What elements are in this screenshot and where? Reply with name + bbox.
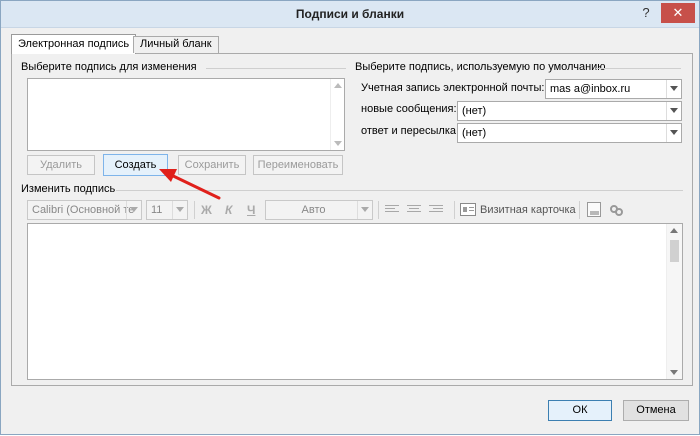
business-card-icon [460, 203, 476, 216]
toolbar-separator [454, 201, 455, 219]
italic-button[interactable]: К [225, 203, 232, 218]
new-messages-select[interactable]: (нет) [457, 101, 682, 121]
chevron-down-icon [172, 201, 187, 219]
select-signature-label: Выберите подпись для изменения [21, 61, 197, 73]
business-card-button[interactable]: Визитная карточка [480, 204, 576, 216]
tab-personal-stationery[interactable]: Личный бланк [133, 36, 219, 53]
delete-button[interactable]: Удалить [27, 155, 95, 175]
underline-button[interactable]: Ч [247, 203, 255, 218]
replies-select[interactable]: (нет) [457, 123, 682, 143]
font-value: Calibri (Основной те [32, 204, 135, 216]
group-divider [116, 190, 683, 191]
new-messages-label: новые сообщения: [361, 103, 457, 115]
scroll-thumb[interactable] [670, 240, 679, 262]
insert-picture-icon[interactable] [587, 202, 601, 217]
edit-signature-label: Изменить подпись [21, 183, 116, 195]
scroll-down-icon [670, 370, 678, 375]
replies-value: (нет) [462, 127, 487, 139]
toolbar-separator [579, 201, 580, 219]
email-account-value: mas a@inbox.ru [550, 83, 631, 95]
bold-button[interactable]: Ж [201, 203, 212, 218]
align-left-icon[interactable] [385, 205, 399, 216]
scroll-down-icon [334, 141, 342, 146]
window-title: Подписи и бланки [295, 7, 405, 21]
align-center-icon[interactable] [407, 205, 421, 216]
align-right-icon[interactable] [429, 205, 443, 216]
title-bar: Подписи и бланки ? ✕ [1, 1, 699, 28]
ok-button[interactable]: ОК [548, 400, 612, 421]
list-scrollbar[interactable] [330, 79, 344, 150]
rename-button[interactable]: Переименовать [253, 155, 343, 175]
help-button[interactable]: ? [633, 3, 659, 23]
scroll-up-icon [670, 228, 678, 233]
tab-email-signature[interactable]: Электронная подпись [11, 34, 137, 54]
chevron-down-icon [357, 201, 372, 219]
font-size-select[interactable]: 11 [146, 200, 188, 220]
font-select[interactable]: Calibri (Основной те [27, 200, 142, 220]
font-size-value: 11 [151, 204, 163, 216]
cancel-button[interactable]: Отмена [623, 400, 689, 421]
color-value: Авто [301, 204, 326, 216]
default-signature-label: Выберите подпись, используемую по умолча… [355, 61, 606, 73]
group-divider [206, 68, 346, 69]
create-button[interactable]: Создать [103, 154, 168, 176]
signatures-dialog: Подписи и бланки ? ✕ Электронная подпись… [0, 0, 700, 435]
email-account-label: Учетная запись электронной почты: [361, 82, 545, 94]
color-select[interactable]: Авто [265, 200, 373, 220]
chevron-down-icon [666, 80, 681, 98]
close-button[interactable]: ✕ [661, 3, 695, 23]
chevron-down-icon [666, 124, 681, 142]
replies-label: ответ и пересылка: [361, 125, 460, 137]
toolbar-separator [194, 201, 195, 219]
scroll-up-icon [334, 83, 342, 88]
save-button[interactable]: Сохранить [178, 155, 246, 175]
editor-scrollbar[interactable] [666, 224, 682, 379]
chevron-down-icon [126, 201, 141, 219]
hyperlink-icon[interactable] [609, 202, 625, 218]
new-messages-value: (нет) [462, 105, 487, 117]
signature-editor[interactable] [27, 223, 683, 380]
toolbar-separator [378, 201, 379, 219]
group-divider [596, 68, 681, 69]
chevron-down-icon [666, 102, 681, 120]
email-account-select[interactable]: mas a@inbox.ru [545, 79, 682, 99]
signature-list[interactable] [27, 78, 345, 151]
